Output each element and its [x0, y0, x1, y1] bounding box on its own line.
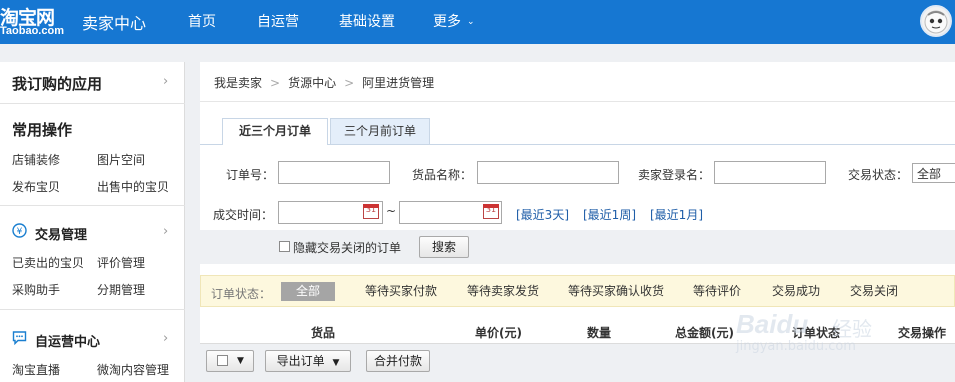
chevron-right-icon[interactable]: › [163, 74, 168, 89]
svg-text:¥: ¥ [17, 227, 23, 237]
breadcrumb-item[interactable]: 货源中心 [288, 76, 336, 90]
seller-login-label: 卖家登录名： [638, 168, 711, 182]
sidebar: 我订购的应用 › 常用操作 店铺装修 图片空间 发布宝贝 出售中的宝贝 ¥ 交易… [0, 62, 185, 382]
goods-name-label: 货品名称： [412, 168, 473, 182]
bulk-action-bar: ▼ 导出订单 ▼ 合并付款 [200, 343, 955, 382]
chevron-down-icon: ⌄ [467, 17, 475, 27]
tab-older-than-three-months[interactable]: 三个月前订单 [330, 118, 430, 144]
sidebar-item-installment-management[interactable]: 分期管理 [97, 281, 145, 298]
breadcrumb: 我是卖家 > 货源中心 > 阿里进货管理 [214, 74, 434, 91]
merge-payment-button[interactable]: 合并付款 [366, 350, 430, 372]
sidebar-item-image-space[interactable]: 图片空间 [97, 151, 145, 168]
export-orders-button[interactable]: 导出订单 ▼ [265, 350, 351, 372]
sidebar-common-ops-title: 常用操作 [12, 121, 73, 139]
goods-name-input[interactable] [477, 161, 619, 184]
sidebar-divider [0, 309, 185, 310]
sidebar-self-ops-title[interactable]: 自运营中心 [35, 331, 100, 350]
chevron-right-icon[interactable]: › [163, 331, 168, 346]
nav-basic-settings[interactable]: 基础设置 [339, 11, 395, 31]
column-header-trade-actions: 交易操作 [898, 326, 947, 340]
deal-time-label: 成交时间： [213, 208, 274, 222]
yen-circle-icon: ¥ [12, 223, 27, 238]
sidebar-item-publish-item[interactable]: 发布宝贝 [12, 178, 60, 195]
chevron-right-icon[interactable]: › [163, 224, 168, 239]
sidebar-item-review-management[interactable]: 评价管理 [97, 254, 145, 271]
column-header-order-status: 订单状态 [792, 326, 841, 340]
calendar-icon[interactable]: 31 [483, 204, 499, 219]
quick-last-week[interactable]: [最近1周] [583, 206, 636, 223]
user-avatar[interactable] [920, 5, 952, 37]
sidebar-item-purchase-assistant[interactable]: 采购助手 [12, 281, 60, 298]
trade-status-label: 交易状态： [848, 168, 909, 182]
nav-more-label: 更多 [433, 14, 461, 30]
hide-closed-checkbox[interactable] [279, 241, 290, 252]
main-content: 我是卖家 > 货源中心 > 阿里进货管理 近三个月订单 三个月前订单 订单号： 货品名称… [200, 62, 955, 382]
sidebar-my-apps[interactable]: 我订购的应用 [12, 73, 102, 94]
quick-last-3-days[interactable]: [最近3天] [516, 206, 569, 223]
sidebar-item-sold-items[interactable]: 已卖出的宝贝 [12, 254, 84, 271]
sidebar-divider [0, 205, 185, 206]
avatar-face-icon [924, 10, 948, 34]
chat-bubble-icon [12, 331, 27, 345]
column-header-goods: 货品 [311, 326, 336, 340]
sidebar-trade-title[interactable]: 交易管理 [35, 224, 87, 243]
select-all-dropdown[interactable]: ▼ [206, 350, 254, 372]
range-separator: ~ [386, 204, 397, 218]
seller-login-input[interactable] [714, 161, 826, 184]
chevron-right-icon: > [270, 76, 281, 90]
table-header: 货品 单价(元) 数量 总金额(元) 订单状态 交易操作 [200, 319, 955, 345]
app-title[interactable]: 卖家中心 [82, 10, 146, 34]
tab-recent-three-months[interactable]: 近三个月订单 [222, 118, 328, 145]
column-header-total-amount: 总金额(元) [675, 326, 734, 340]
status-filter-trade-success[interactable]: 交易成功 [768, 282, 824, 301]
chevron-right-icon: > [344, 76, 355, 90]
top-bar: 淘宝网 Taobao.com 卖家中心 首页 自运营 基础设置 更多 ⌄ [0, 0, 955, 44]
order-no-input[interactable] [278, 161, 390, 184]
status-filter-awaiting-shipment[interactable]: 等待卖家发货 [463, 282, 543, 301]
sidebar-item-items-on-sale[interactable]: 出售中的宝贝 [97, 178, 169, 195]
order-status-filter: 订单状态： 全部 等待买家付款 等待卖家发货 等待买家确认收货 等待评价 交易成… [200, 275, 955, 307]
sidebar-item-weitao-content[interactable]: 微淘内容管理 [97, 361, 169, 378]
search-bar: 隐藏交易关闭的订单 搜索 [200, 230, 955, 264]
nav-more[interactable]: 更多 ⌄ [433, 11, 475, 31]
column-header-unit-price: 单价(元) [475, 326, 522, 340]
quick-last-month[interactable]: [最近1月] [650, 206, 703, 223]
sidebar-divider [0, 103, 185, 104]
trade-status-select[interactable]: 全部 [912, 163, 955, 183]
status-filter-awaiting-payment[interactable]: 等待买家付款 [361, 282, 441, 301]
status-filter-all[interactable]: 全部 [281, 282, 335, 301]
status-filter-trade-closed[interactable]: 交易关闭 [846, 282, 902, 301]
search-button[interactable]: 搜索 [419, 236, 469, 258]
select-all-checkbox[interactable] [217, 355, 228, 366]
column-header-quantity: 数量 [587, 326, 612, 340]
nav-self-operation[interactable]: 自运营 [257, 11, 299, 31]
logo-sub-text: Taobao.com [0, 25, 64, 37]
status-filter-awaiting-receipt[interactable]: 等待买家确认收货 [566, 282, 666, 301]
calendar-icon[interactable]: 31 [363, 204, 379, 219]
breadcrumb-current: 阿里进货管理 [362, 76, 435, 90]
caret-down-icon: ▼ [332, 358, 340, 368]
status-filter-awaiting-review[interactable]: 等待评价 [689, 282, 745, 301]
order-status-label: 订单状态： [211, 287, 272, 301]
sidebar-item-shop-decoration[interactable]: 店铺装修 [12, 151, 60, 168]
breadcrumb-item[interactable]: 我是卖家 [214, 76, 262, 90]
sidebar-item-taobao-live[interactable]: 淘宝直播 [12, 361, 60, 378]
hide-closed-label[interactable]: 隐藏交易关闭的订单 [293, 239, 401, 256]
order-no-label: 订单号： [226, 168, 275, 182]
caret-down-icon: ▼ [237, 356, 244, 366]
divider [200, 101, 955, 102]
taobao-logo[interactable]: 淘宝网 Taobao.com [0, 3, 76, 41]
export-orders-label: 导出订单 [276, 354, 325, 368]
nav-home[interactable]: 首页 [188, 11, 216, 31]
